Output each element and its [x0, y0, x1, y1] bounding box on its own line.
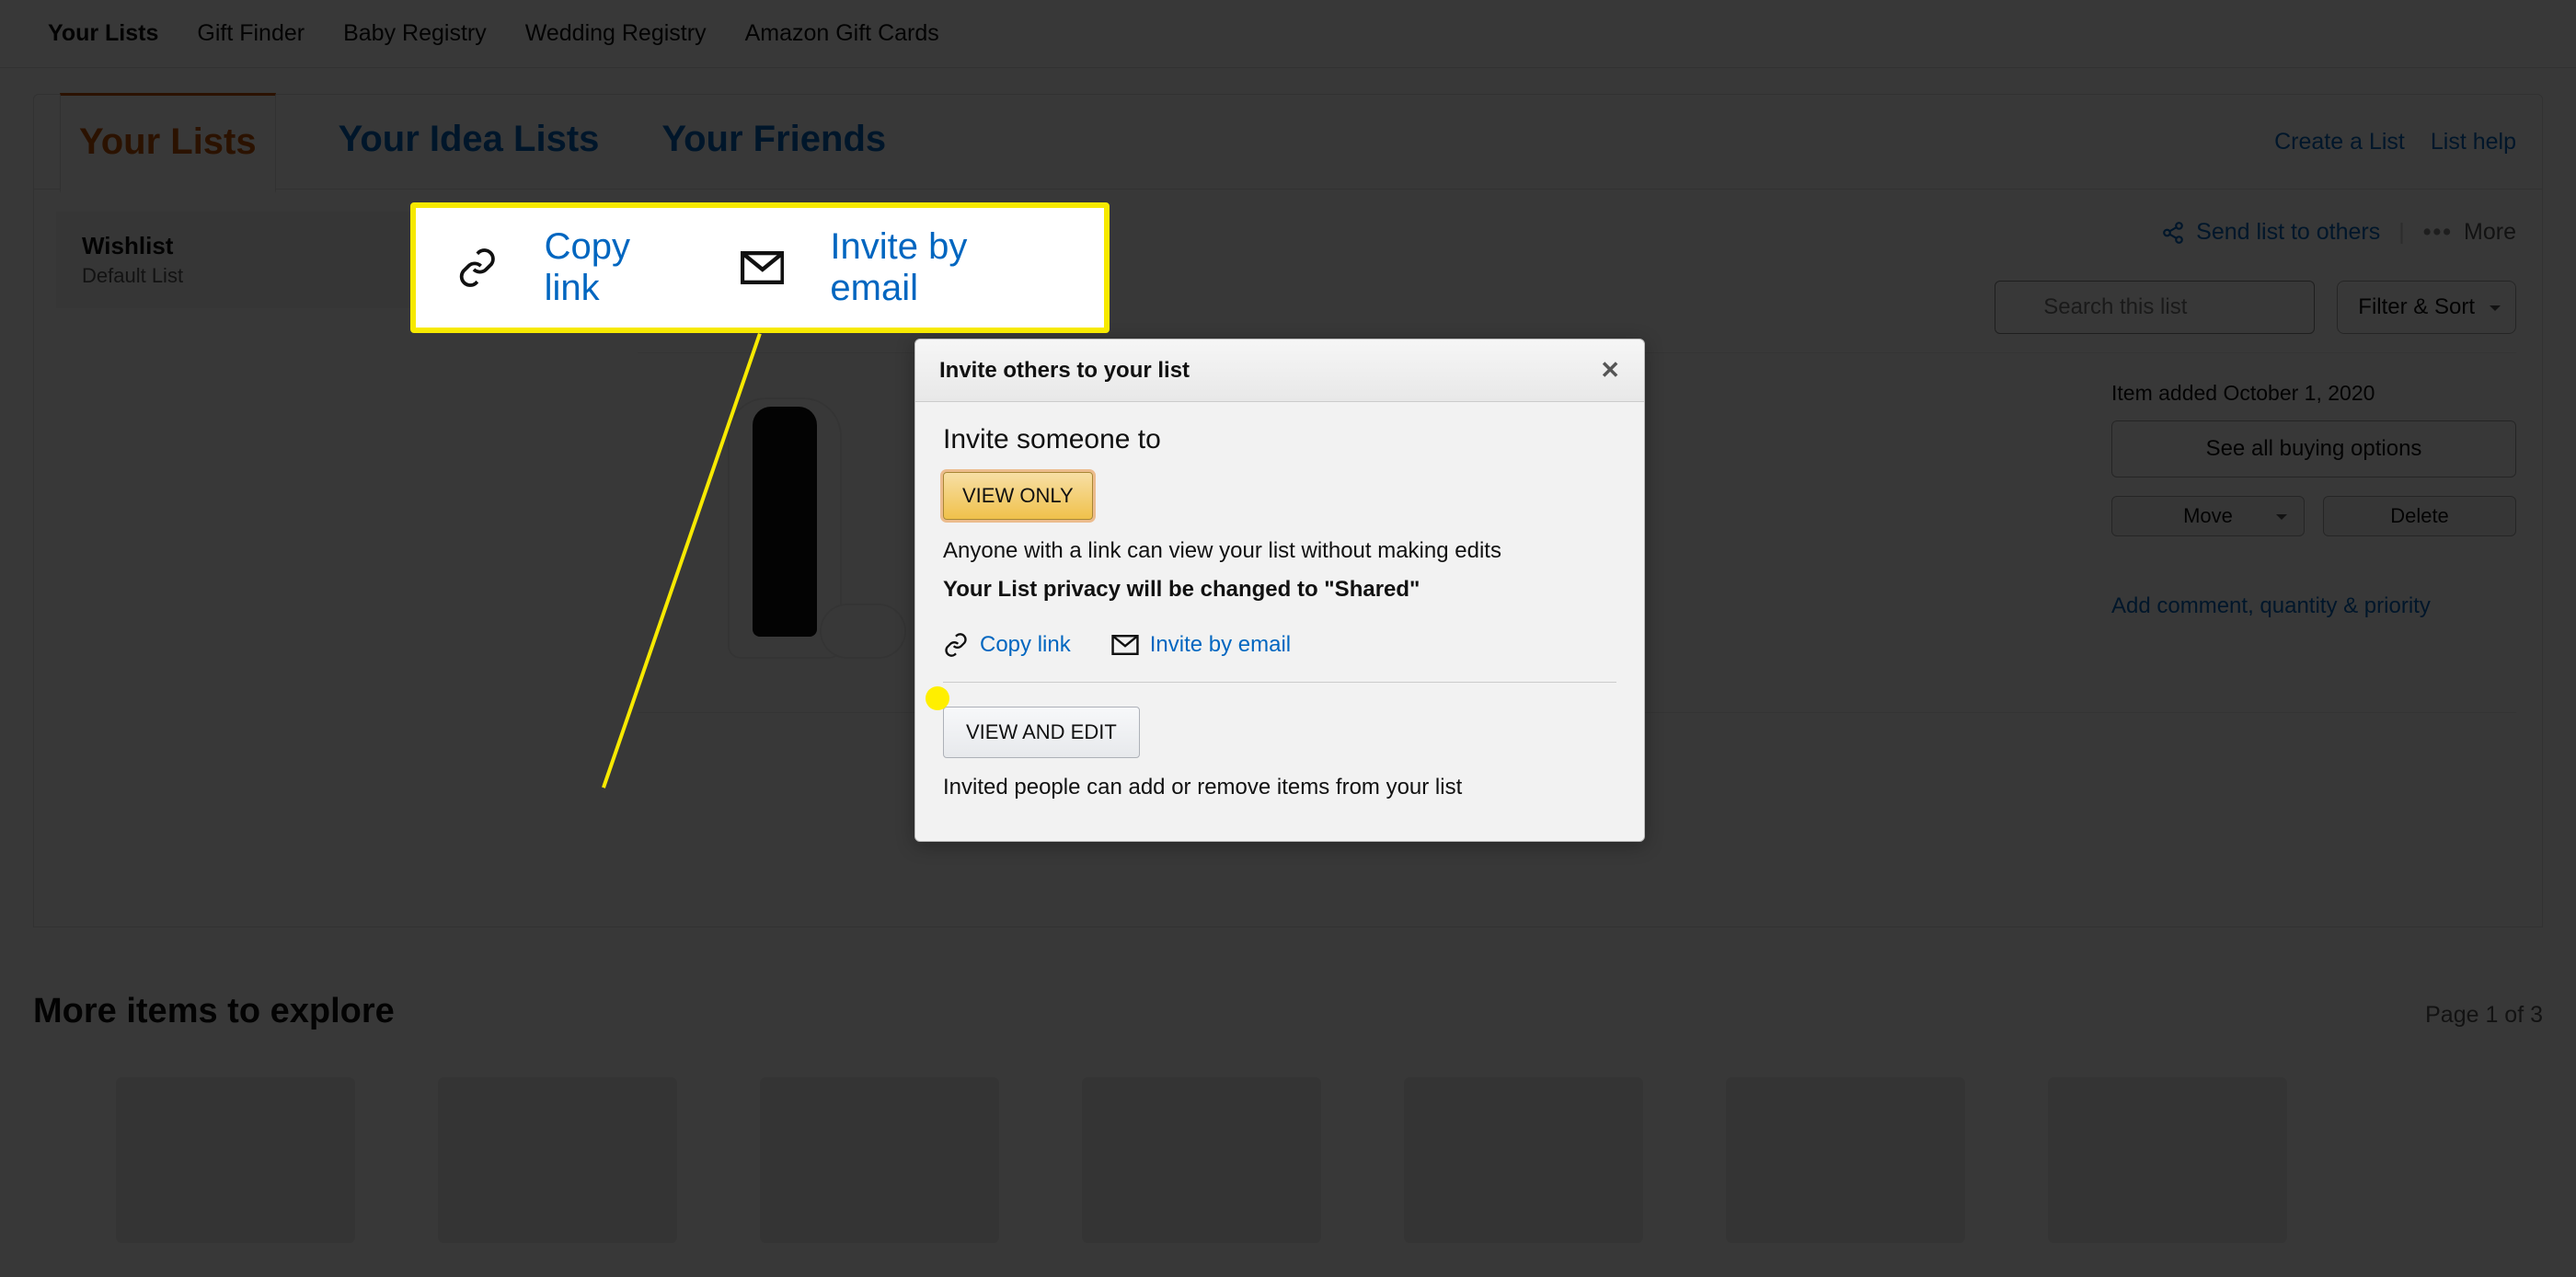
tab-idea-lists[interactable]: Your Idea Lists — [339, 93, 600, 191]
view-and-edit-button[interactable]: VIEW AND EDIT — [943, 707, 1140, 758]
more-label: More — [2464, 219, 2516, 246]
share-icon — [2161, 221, 2185, 245]
explore-thumb[interactable] — [760, 1077, 999, 1243]
item-image[interactable] — [638, 381, 932, 675]
subnav-baby-registry[interactable]: Baby Registry — [343, 20, 487, 47]
invite-modal: Invite others to your list ✕ Invite some… — [914, 339, 1645, 842]
explore-thumb[interactable] — [1726, 1077, 1965, 1243]
modal-copy-link[interactable]: Copy link — [943, 632, 1071, 658]
modal-close-button[interactable]: ✕ — [1600, 356, 1620, 385]
explore-thumb[interactable] — [1082, 1077, 1321, 1243]
link-list-help[interactable]: List help — [2431, 129, 2516, 155]
modal-copy-link-label: Copy link — [980, 632, 1071, 658]
subnav-gift-finder[interactable]: Gift Finder — [197, 20, 305, 47]
subnav-wedding-registry[interactable]: Wedding Registry — [525, 20, 707, 47]
more-items-page: Page 1 of 3 — [2425, 1002, 2543, 1029]
search-input[interactable] — [1995, 281, 2315, 334]
more-items-title: More items to explore — [33, 992, 395, 1031]
explore-thumb[interactable] — [116, 1077, 355, 1243]
link-icon — [943, 632, 969, 658]
delete-button[interactable]: Delete — [2323, 496, 2516, 536]
mail-icon — [741, 251, 785, 284]
move-button[interactable]: Move — [2111, 496, 2305, 536]
item-added-date: Item added October 1, 2020 — [2111, 381, 2516, 406]
mail-icon — [1111, 635, 1139, 655]
divider: | — [2398, 219, 2405, 246]
more-dots-icon: ••• — [2423, 219, 2453, 246]
subnav-gift-cards[interactable]: Amazon Gift Cards — [745, 20, 939, 47]
tab-your-lists[interactable]: Your Lists — [60, 93, 276, 193]
explore-thumb[interactable] — [1404, 1077, 1643, 1243]
modal-heading: Invite someone to — [943, 424, 1616, 455]
callout-copy-link[interactable]: Copy link — [545, 226, 695, 309]
view-only-desc: Anyone with a link can view your list wi… — [943, 538, 1616, 564]
send-list-button[interactable]: Send list to others — [2161, 219, 2380, 246]
modal-title: Invite others to your list — [939, 358, 1190, 384]
callout-pointer-dot — [926, 686, 949, 710]
subnav-your-lists[interactable]: Your Lists — [48, 20, 158, 47]
more-button[interactable]: ••• More — [2423, 219, 2516, 246]
link-create-list[interactable]: Create a List — [2274, 129, 2405, 155]
view-only-button[interactable]: VIEW ONLY — [943, 472, 1093, 520]
explore-thumb[interactable] — [2048, 1077, 2287, 1243]
send-list-label: Send list to others — [2196, 219, 2380, 246]
link-icon — [456, 247, 499, 289]
privacy-note: Your List privacy will be changed to "Sh… — [943, 577, 1616, 603]
modal-invite-email-label: Invite by email — [1150, 632, 1291, 658]
more-items-section: More items to explore Page 1 of 3 — [0, 927, 2576, 1243]
modal-invite-email[interactable]: Invite by email — [1111, 632, 1291, 658]
callout-invite-email[interactable]: Invite by email — [830, 226, 1064, 309]
callout-highlight: Copy link Invite by email — [410, 202, 1110, 333]
add-comment-link[interactable]: Add comment, quantity & priority — [2111, 593, 2516, 619]
filter-sort-button[interactable]: Filter & Sort — [2337, 281, 2516, 334]
tab-friends[interactable]: Your Friends — [661, 93, 886, 191]
product-thumbnail — [730, 399, 840, 657]
view-and-edit-desc: Invited people can add or remove items f… — [943, 775, 1616, 800]
tabs-row: Your Lists Your Idea Lists Your Friends … — [33, 94, 2543, 190]
subnav: Your Lists Gift Finder Baby Registry Wed… — [0, 0, 2576, 68]
see-buying-options-button[interactable]: See all buying options — [2111, 420, 2516, 477]
explore-thumb[interactable] — [438, 1077, 677, 1243]
